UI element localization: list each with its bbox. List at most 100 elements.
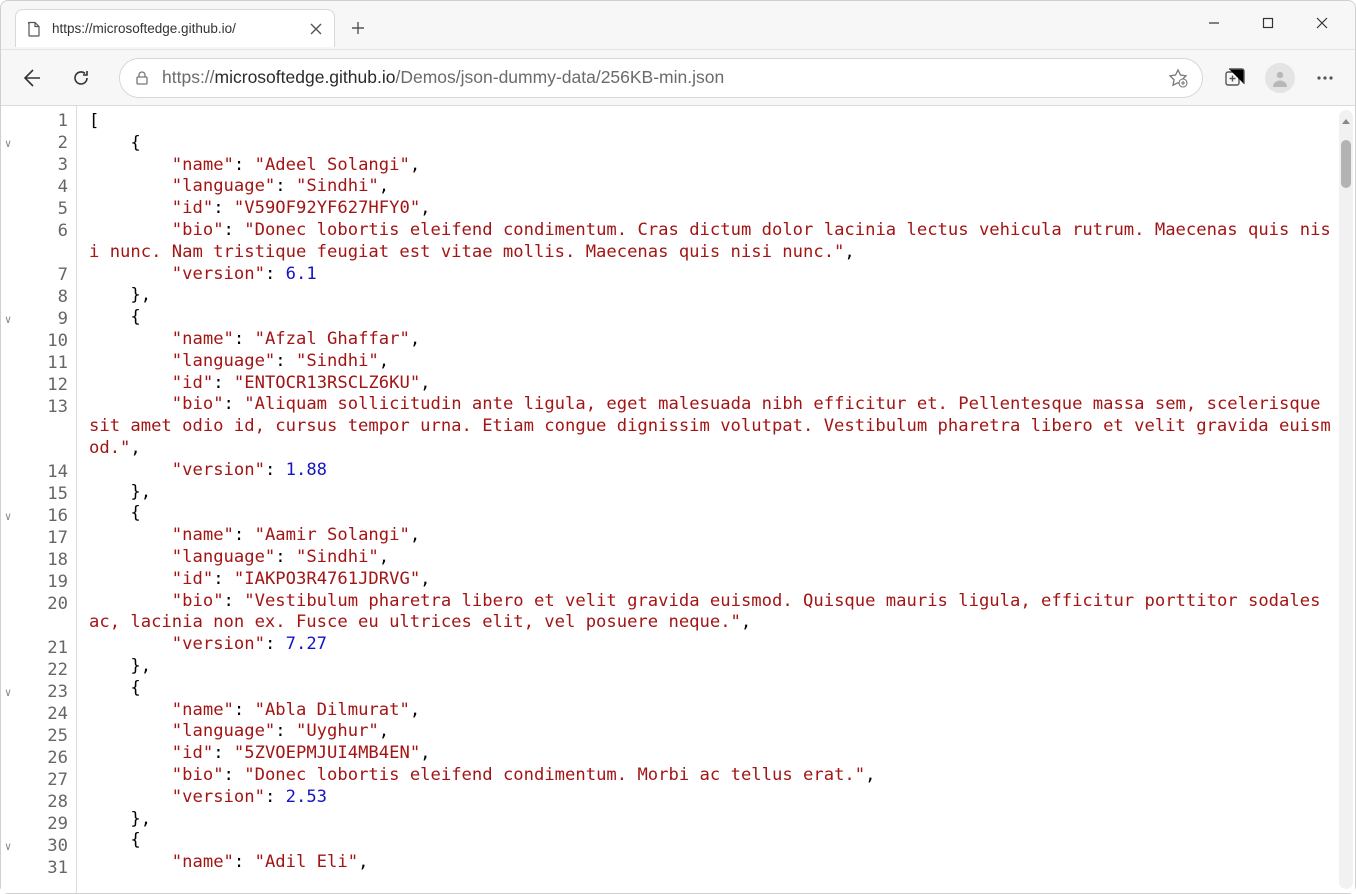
line-number: 26	[15, 748, 68, 770]
fold-toggle-icon[interactable]: ∨	[1, 309, 15, 331]
code-line: [	[89, 111, 1335, 133]
url-text: https://microsoftedge.github.io/Demos/js…	[162, 67, 1156, 88]
code-line: "id": "V59OF92YF627HFY0",	[89, 198, 1335, 220]
code-line: "language": "Sindhi",	[89, 547, 1335, 569]
browser-tab[interactable]: https://microsoftedge.github.io/	[15, 9, 335, 47]
back-button[interactable]	[13, 60, 49, 96]
code-line: "version": 1.88	[89, 460, 1335, 482]
code-line: "name": "Aamir Solangi",	[89, 525, 1335, 547]
code-line: },	[89, 809, 1335, 831]
code-line: "language": "Sindhi",	[89, 351, 1335, 373]
titlebar: https://microsoftedge.github.io/	[1, 1, 1355, 49]
line-number: 1	[15, 111, 68, 133]
collections-icon[interactable]	[1223, 67, 1245, 89]
new-tab-button[interactable]	[343, 13, 373, 43]
code-line: },	[89, 285, 1335, 307]
code-line: "id": "5ZVOEPMJUI4MB4EN",	[89, 743, 1335, 765]
code-line: "id": "ENTOCR13RSCLZ6KU",	[89, 373, 1335, 395]
line-number: 12	[15, 375, 68, 397]
code-line: "bio": "Vestibulum pharetra libero et ve…	[89, 591, 1335, 635]
browser-window: https://microsoftedge.github.io/	[0, 0, 1356, 894]
line-number: 20	[15, 594, 68, 638]
line-number: 8	[15, 287, 68, 309]
code-line: {	[89, 503, 1335, 525]
code-line: "name": "Adeel Solangi",	[89, 155, 1335, 177]
line-number: 6	[15, 221, 68, 265]
code-line: },	[89, 482, 1335, 504]
code-line: {	[89, 830, 1335, 852]
code-line: "bio": "Aliquam sollicitudin ante ligula…	[89, 394, 1335, 459]
scroll-up-icon[interactable]	[1339, 114, 1353, 130]
line-number: 17	[15, 528, 68, 550]
line-number: 3	[15, 155, 68, 177]
url-prefix: https://	[162, 67, 215, 87]
url-path: /Demos/json-dummy-data/256KB-min.json	[395, 67, 724, 87]
page-icon	[26, 21, 42, 37]
fold-toggle-icon[interactable]: ∨	[1, 133, 15, 155]
code-line: {	[89, 307, 1335, 329]
fold-toggle-icon[interactable]: ∨	[1, 682, 15, 704]
code-line: "language": "Uyghur",	[89, 721, 1335, 743]
line-number: 4	[15, 177, 68, 199]
window-controls	[1187, 1, 1355, 41]
minimize-button[interactable]	[1187, 5, 1241, 41]
line-number: 11	[15, 353, 68, 375]
code-line: "name": "Afzal Ghaffar",	[89, 329, 1335, 351]
line-number: 27	[15, 770, 68, 792]
profile-avatar[interactable]	[1265, 63, 1295, 93]
code-line: "bio": "Donec lobortis eleifend condimen…	[89, 220, 1335, 264]
line-number-gutter: 1234567891011121314151617181920212223242…	[15, 106, 77, 893]
tab-strip: https://microsoftedge.github.io/	[1, 1, 373, 47]
favorite-icon[interactable]	[1168, 68, 1188, 88]
tab-title: https://microsoftedge.github.io/	[52, 21, 298, 36]
vertical-scrollbar[interactable]	[1339, 110, 1353, 889]
refresh-button[interactable]	[63, 60, 99, 96]
line-number: 30	[15, 836, 68, 858]
code-line: {	[89, 133, 1335, 155]
code-line: "version": 2.53	[89, 787, 1335, 809]
code-line: {	[89, 678, 1335, 700]
address-bar[interactable]: https://microsoftedge.github.io/Demos/js…	[119, 58, 1203, 98]
toolbar-right	[1223, 63, 1343, 93]
line-number: 14	[15, 462, 68, 484]
url-host: microsoftedge.github.io	[215, 67, 396, 87]
line-number: 19	[15, 572, 68, 594]
content-area: ∨∨∨∨∨ 1234567891011121314151617181920212…	[1, 105, 1355, 893]
code-line: "name": "Adil Eli",	[89, 852, 1335, 874]
line-number: 31	[15, 858, 68, 880]
line-number: 16	[15, 506, 68, 528]
line-number: 28	[15, 792, 68, 814]
code-line: "version": 7.27	[89, 634, 1335, 656]
scrollbar-thumb[interactable]	[1341, 140, 1351, 188]
line-number: 7	[15, 265, 68, 287]
line-number: 13	[15, 397, 68, 462]
line-number: 15	[15, 484, 68, 506]
close-window-button[interactable]	[1295, 5, 1349, 41]
line-number: 25	[15, 726, 68, 748]
line-number: 2	[15, 133, 68, 155]
line-number: 29	[15, 814, 68, 836]
code-line: "bio": "Donec lobortis eleifend condimen…	[89, 765, 1335, 787]
toolbar: https://microsoftedge.github.io/Demos/js…	[1, 49, 1355, 105]
maximize-button[interactable]	[1241, 5, 1295, 41]
code-line: "version": 6.1	[89, 264, 1335, 286]
line-number: 23	[15, 682, 68, 704]
fold-toggle-icon[interactable]: ∨	[1, 506, 15, 528]
lock-icon	[134, 70, 150, 86]
line-number: 10	[15, 331, 68, 353]
line-number: 24	[15, 704, 68, 726]
line-number: 9	[15, 309, 68, 331]
line-number: 22	[15, 660, 68, 682]
code-line: },	[89, 656, 1335, 678]
close-tab-icon[interactable]	[308, 21, 324, 37]
fold-gutter: ∨ ∨ ∨ ∨ ∨	[1, 106, 15, 893]
menu-icon[interactable]	[1315, 68, 1335, 88]
fold-toggle-icon[interactable]: ∨	[1, 836, 15, 858]
code-line: "name": "Abla Dilmurat",	[89, 700, 1335, 722]
line-number: 21	[15, 638, 68, 660]
code-area[interactable]: [ { "name": "Adeel Solangi", "language":…	[77, 106, 1335, 893]
code-line: "id": "IAKPO3R4761JDRVG",	[89, 569, 1335, 591]
line-number: 18	[15, 550, 68, 572]
line-number: 5	[15, 199, 68, 221]
code-line: "language": "Sindhi",	[89, 176, 1335, 198]
